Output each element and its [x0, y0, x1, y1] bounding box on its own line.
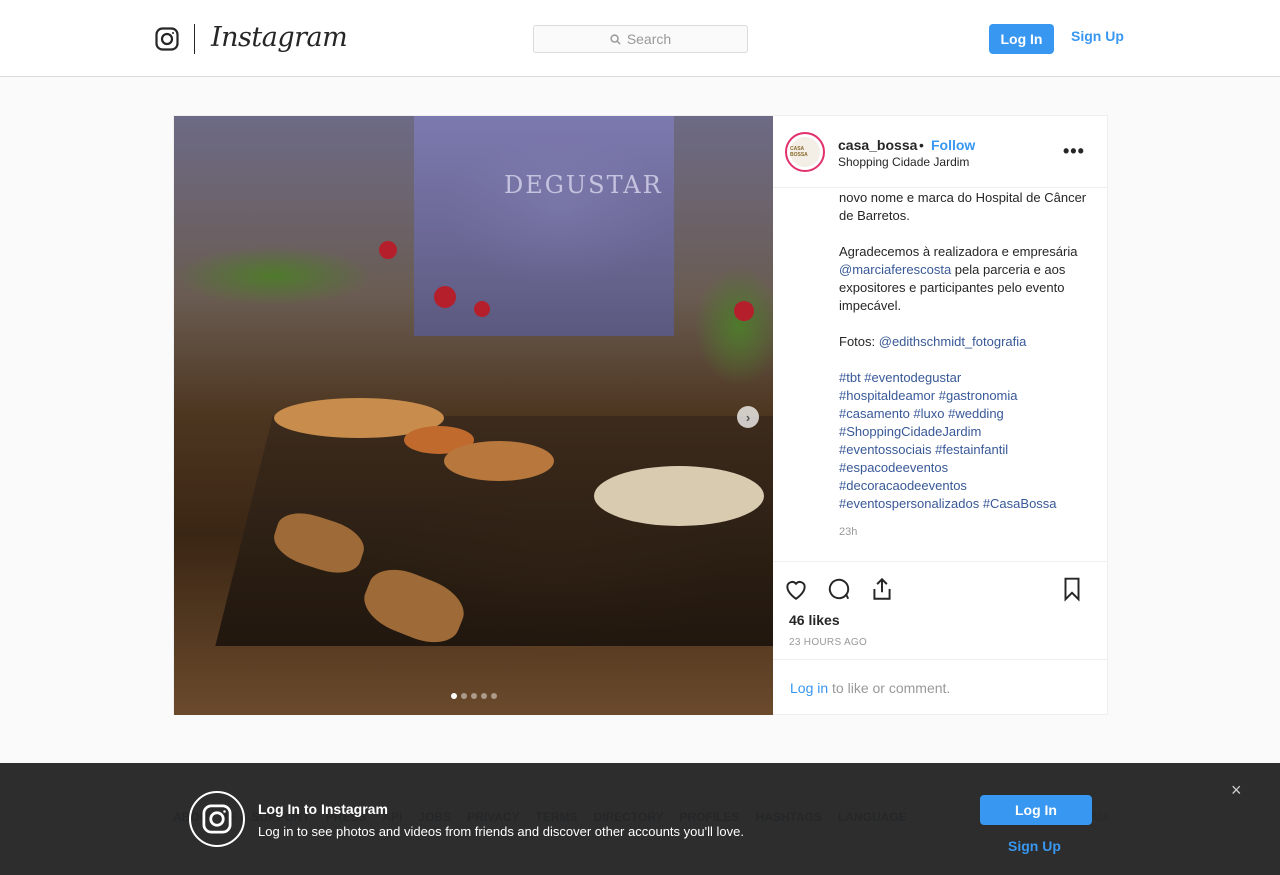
like-heart-icon[interactable] — [783, 576, 809, 602]
banner-login-button[interactable]: Log In — [980, 795, 1092, 825]
post-username[interactable]: casa_bossa — [838, 137, 917, 153]
carousel-dot — [461, 693, 467, 699]
post-header: CASA BOSSA casa_bossa • Follow Shopping … — [773, 116, 1107, 188]
photo-event-text: DEGUSTAR — [504, 171, 663, 199]
comment-prompt-text: Log in to like or comment. — [790, 680, 950, 696]
photo-flower — [379, 241, 397, 259]
avatar-image: CASA BOSSA — [790, 137, 820, 167]
carousel-dot — [491, 693, 497, 699]
avatar[interactable]: CASA BOSSA — [785, 132, 825, 172]
banner-title: Log In to Instagram — [258, 801, 388, 817]
carousel-dot — [471, 693, 477, 699]
caption-paragraph: Fotos: @edithschmidt_fotografia — [839, 333, 1089, 351]
search-icon — [610, 33, 621, 45]
instagram-camera-icon — [202, 804, 232, 834]
post-card: DEGUSTAR › CASA BOSSA casa_bossa • Follo… — [173, 115, 1108, 715]
caption-text: Agradecemos à realizadora e empresária — [839, 244, 1078, 259]
instagram-wordmark[interactable]: Instagram — [211, 22, 348, 53]
post-timestamp: 23 HOURS AGO — [789, 637, 868, 648]
banner-subtitle: Log in to see photos and videos from fri… — [258, 824, 744, 839]
share-icon[interactable] — [869, 576, 895, 602]
hashtag-line[interactable]: #casamento #luxo #wedding — [839, 405, 1089, 423]
hashtag-line[interactable]: #decoracaodeeventos — [839, 477, 1089, 495]
login-banner: Log In to Instagram Log in to see photos… — [0, 763, 1280, 875]
banner-signup-link[interactable]: Sign Up — [1008, 838, 1061, 854]
hashtag-line[interactable]: #eventospersonalizados #CasaBossa — [839, 495, 1089, 513]
comment-login-link[interactable]: Log in — [790, 680, 828, 696]
hashtag-line[interactable]: #hospitaldeamor #gastronomia — [839, 387, 1089, 405]
caption-age: 23h — [839, 526, 858, 538]
mention-link[interactable]: @edithschmidt_fotografia — [879, 334, 1027, 349]
comment-prompt: Log in to like or comment. — [773, 659, 1107, 714]
top-navigation-bar: Instagram Search Log In Sign Up — [0, 0, 1280, 77]
hashtag-line[interactable]: #eventossociais #festainfantil — [839, 441, 1089, 459]
hashtag-line[interactable]: #espacodeeventos — [839, 459, 1089, 477]
post-photo[interactable]: DEGUSTAR › — [174, 116, 773, 715]
instagram-logo-icon — [189, 791, 245, 847]
post-caption: novo nome e marca do Hospital de Câncer … — [839, 189, 1089, 513]
photo-flower — [734, 301, 754, 321]
follow-button[interactable]: Follow — [931, 137, 975, 153]
hashtag-line[interactable]: #ShoppingCidadeJardim — [839, 423, 1089, 441]
hashtag-line[interactable]: #tbt #eventodegustar — [839, 369, 1089, 387]
photo-bowl — [594, 466, 764, 526]
photo-greenery — [694, 266, 773, 386]
photo-flower — [474, 301, 490, 317]
hashtag-list: #tbt #eventodegustar #hospitaldeamor #gas… — [839, 369, 1089, 513]
login-button[interactable]: Log In — [989, 24, 1054, 54]
caption-paragraph: Agradecemos à realizadora e empresária @… — [839, 243, 1089, 315]
post-actions: 46 likes 23 HOURS AGO — [773, 561, 1107, 661]
instagram-camera-icon[interactable] — [155, 27, 179, 51]
carousel-next-button[interactable]: › — [737, 406, 759, 428]
signup-link[interactable]: Sign Up — [1071, 28, 1124, 44]
carousel-dots — [451, 693, 497, 699]
separator-dot: • — [919, 137, 924, 153]
close-icon[interactable]: × — [1231, 780, 1242, 801]
carousel-dot — [451, 693, 457, 699]
bookmark-icon[interactable] — [1059, 576, 1085, 602]
post-location[interactable]: Shopping Cidade Jardim — [838, 155, 969, 169]
comment-icon[interactable] — [826, 576, 852, 602]
chevron-right-icon: › — [745, 409, 751, 425]
caption-text: Fotos: — [839, 334, 879, 349]
search-input[interactable]: Search — [533, 25, 748, 53]
photo-flower — [434, 286, 456, 308]
more-options-icon[interactable]: ••• — [1063, 141, 1085, 162]
like-count[interactable]: 46 likes — [789, 612, 840, 628]
carousel-dot — [481, 693, 487, 699]
photo-bowl — [444, 441, 554, 481]
search-placeholder: Search — [626, 31, 672, 47]
logo-divider — [194, 24, 195, 54]
photo-greenery — [174, 246, 374, 306]
caption-paragraph: novo nome e marca do Hospital de Câncer … — [839, 190, 1087, 223]
mention-link[interactable]: @marciaferescosta — [839, 262, 951, 277]
post-side-panel: CASA BOSSA casa_bossa • Follow Shopping … — [773, 116, 1107, 714]
comment-prompt-rest: to like or comment. — [828, 680, 951, 696]
